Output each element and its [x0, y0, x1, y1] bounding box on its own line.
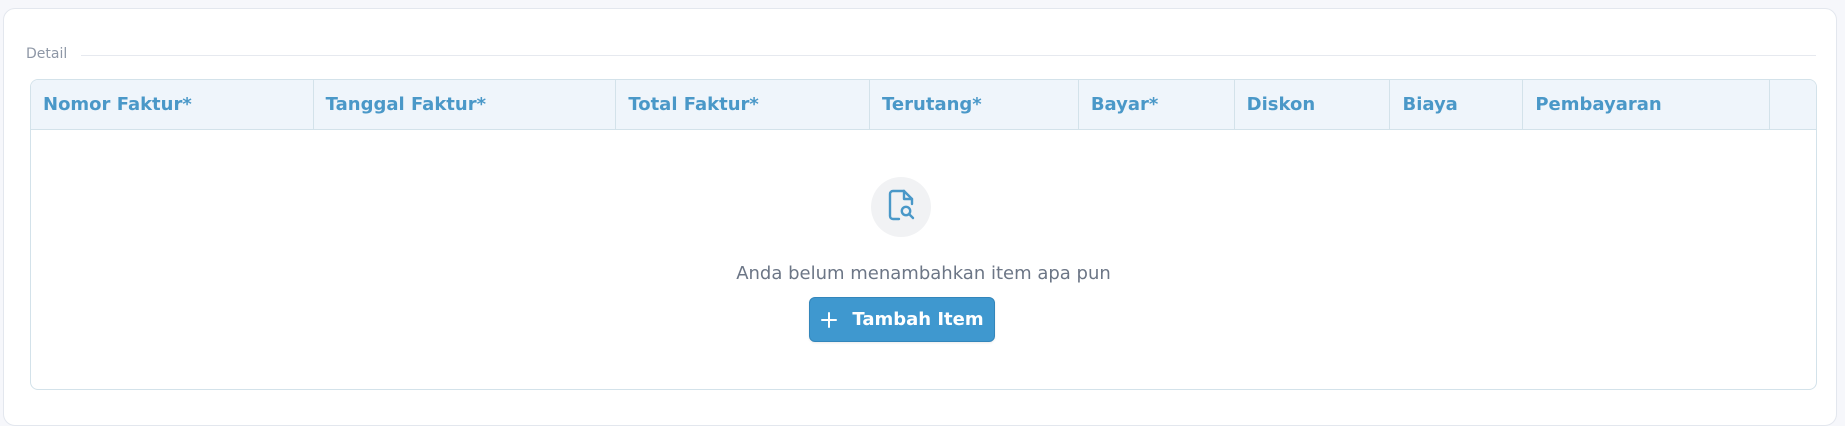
add-item-button[interactable]: Tambah Item: [809, 297, 995, 342]
column-header-actions: [1770, 80, 1816, 129]
empty-state-icon-wrapper: [871, 177, 931, 237]
column-header-total-faktur: Total Faktur*: [616, 80, 871, 129]
column-header-tanggal-faktur: Tanggal Faktur*: [314, 80, 617, 129]
section-label: Detail: [26, 46, 68, 62]
empty-state: Anda belum menambahkan item apa pun Tamb…: [31, 130, 1816, 389]
column-header-pembayaran: Pembayaran: [1523, 80, 1771, 129]
column-header-terutang: Terutang*: [870, 80, 1079, 129]
column-header-nomor-faktur: Nomor Faktur*: [31, 80, 314, 129]
column-header-bayar: Bayar*: [1079, 80, 1235, 129]
empty-state-message: Anda belum menambahkan item apa pun: [736, 263, 1111, 284]
detail-table: Nomor Faktur* Tanggal Faktur* Total Fakt…: [30, 79, 1817, 390]
add-item-label: Tambah Item: [852, 309, 984, 330]
section-divider: [81, 54, 1816, 56]
section-legend: Detail: [26, 46, 1816, 62]
document-search-icon: [887, 189, 915, 226]
table-header: Nomor Faktur* Tanggal Faktur* Total Fakt…: [31, 80, 1816, 130]
column-header-diskon: Diskon: [1235, 80, 1391, 129]
plus-icon: [820, 311, 838, 329]
column-header-biaya: Biaya: [1390, 80, 1524, 129]
